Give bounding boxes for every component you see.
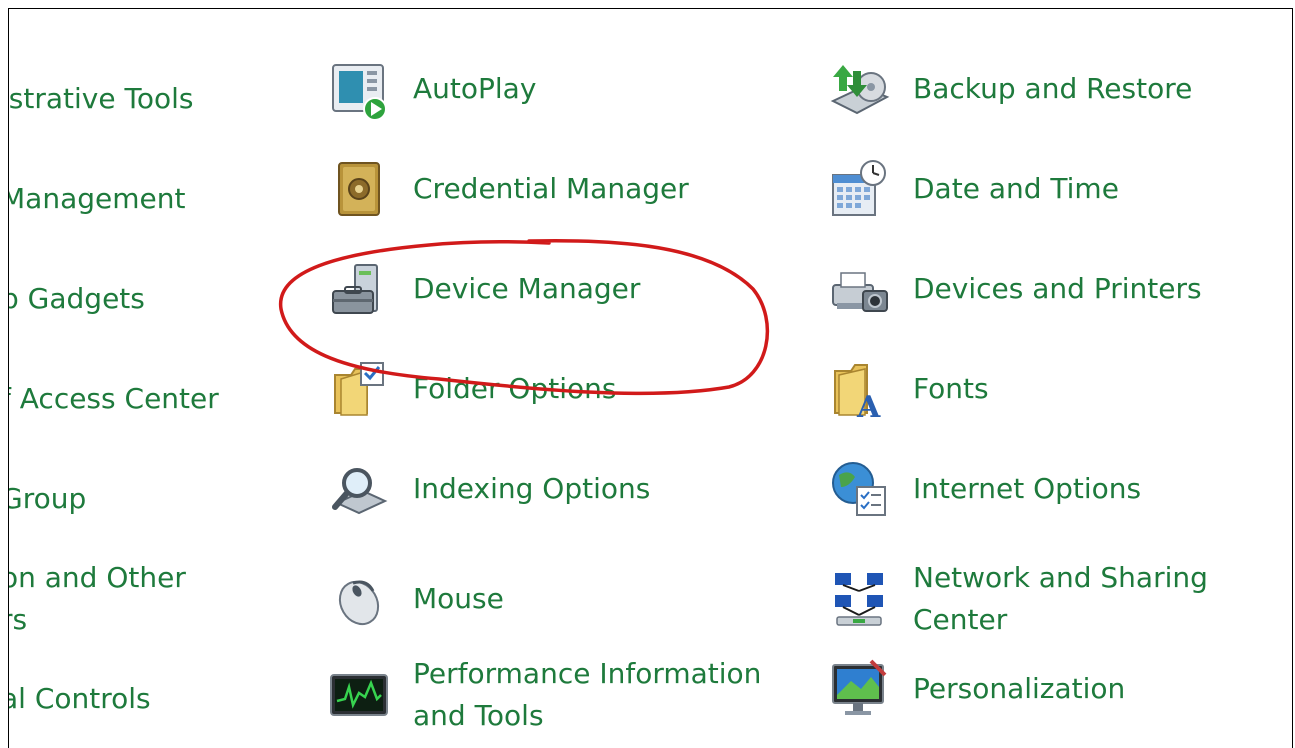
item-label: p Gadgets — [8, 282, 145, 315]
item-label: Credential Manager — [413, 172, 689, 205]
ease-of-access-link[interactable]: f Access Center — [8, 367, 219, 431]
internet-options-icon — [827, 457, 891, 521]
item-label: Internet Options — [913, 472, 1142, 505]
fonts-link[interactable]: A Fonts — [827, 357, 989, 421]
item-label: al Controls — [8, 682, 151, 715]
personalization-icon — [827, 657, 891, 721]
folder-options-icon — [327, 357, 391, 421]
location-sensors-link[interactable]: on and Other rs — [8, 557, 186, 641]
autoplay-icon — [327, 57, 391, 121]
item-label: Personalization — [913, 672, 1126, 705]
devices-printers-link[interactable]: Devices and Printers — [827, 257, 1202, 321]
date-time-icon — [827, 157, 891, 221]
item-label-line2: Center — [913, 603, 1008, 636]
credential-manager-icon — [327, 157, 391, 221]
device-manager-link[interactable]: Device Manager — [327, 257, 640, 321]
network-sharing-link[interactable]: Network and Sharing Center — [827, 557, 1208, 641]
svg-text:A: A — [856, 390, 881, 421]
administrative-tools-link[interactable]: istrative Tools — [8, 67, 194, 131]
indexing-options-icon — [327, 457, 391, 521]
mouse-link[interactable]: Mouse — [327, 557, 504, 641]
item-label-line2: and Tools — [413, 699, 544, 732]
item-label: istrative Tools — [8, 82, 194, 115]
devices-printers-icon — [827, 257, 891, 321]
homegroup-link[interactable]: Group — [8, 467, 87, 531]
item-label: Network and Sharing — [913, 561, 1208, 594]
date-time-link[interactable]: Date and Time — [827, 157, 1119, 221]
backup-restore-link[interactable]: Backup and Restore — [827, 57, 1192, 121]
item-label: on and Other — [8, 561, 186, 594]
performance-icon — [327, 663, 391, 727]
credential-manager-link[interactable]: Credential Manager — [327, 157, 689, 221]
item-label: Devices and Printers — [913, 272, 1202, 305]
desktop-gadgets-link[interactable]: p Gadgets — [8, 267, 145, 331]
item-label: Device Manager — [413, 272, 641, 305]
item-label-line2: rs — [9, 603, 28, 636]
item-label: Indexing Options — [413, 472, 651, 505]
device-manager-icon — [327, 257, 391, 321]
mouse-icon — [327, 567, 391, 631]
item-label: f Access Center — [8, 382, 219, 415]
item-label: Backup and Restore — [913, 72, 1193, 105]
internet-options-link[interactable]: Internet Options — [827, 457, 1141, 521]
item-label: Performance Information — [413, 657, 762, 690]
item-label: Folder Options — [413, 372, 617, 405]
item-label: Date and Time — [913, 172, 1119, 205]
item-label: Mouse — [413, 582, 504, 615]
item-label: Fonts — [913, 372, 989, 405]
performance-information-link[interactable]: Performance Information and Tools — [327, 649, 761, 741]
personalization-link[interactable]: Personalization — [827, 657, 1125, 721]
fonts-icon: A — [827, 357, 891, 421]
item-label: AutoPlay — [413, 72, 537, 105]
indexing-options-link[interactable]: Indexing Options — [327, 457, 650, 521]
network-sharing-icon — [827, 567, 891, 631]
backup-restore-icon — [827, 57, 891, 121]
color-management-link[interactable]: Management — [8, 167, 186, 231]
item-label: Group — [8, 482, 87, 515]
control-panel-frame: istrative Tools Management p Gadgets f A… — [8, 8, 1293, 748]
item-label: Management — [8, 182, 186, 215]
parental-controls-link[interactable]: al Controls — [8, 667, 151, 731]
autoplay-link[interactable]: AutoPlay — [327, 57, 536, 121]
folder-options-link[interactable]: Folder Options — [327, 357, 616, 421]
